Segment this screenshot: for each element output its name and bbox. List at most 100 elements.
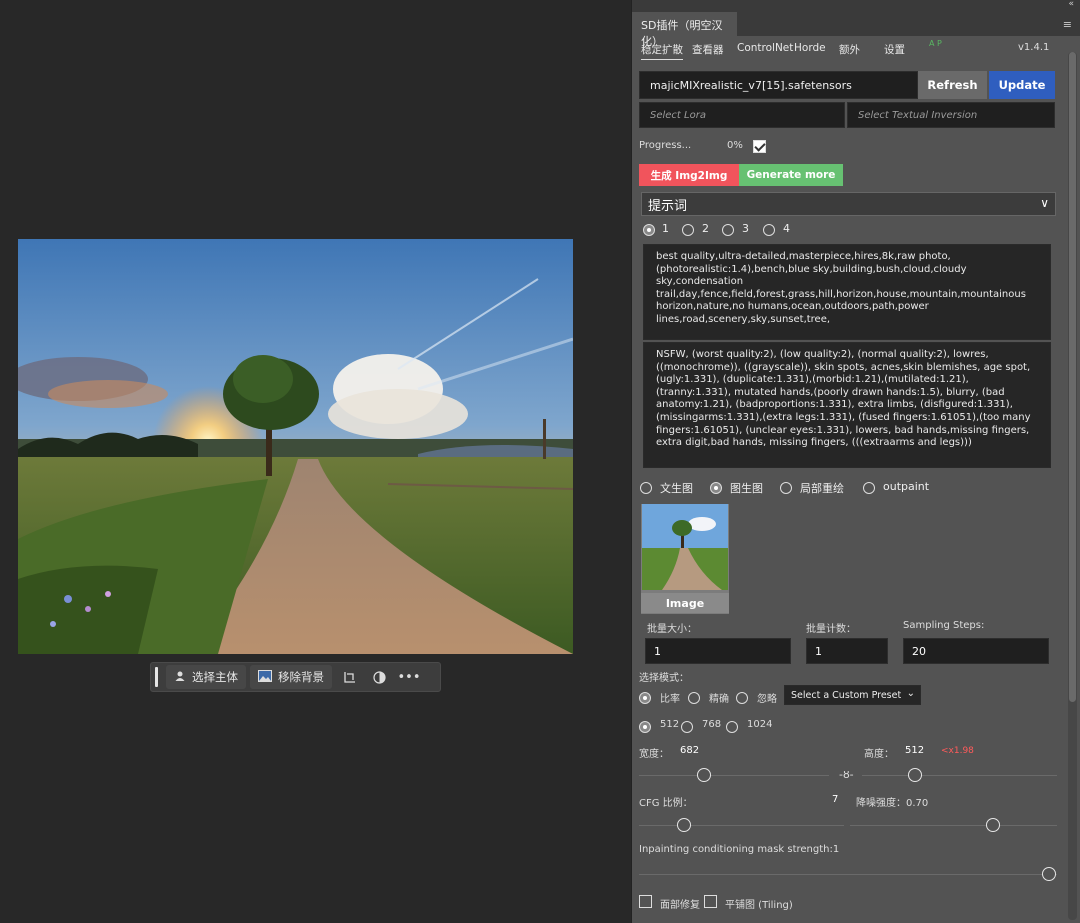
mode-txt2img-label: 文生图 bbox=[660, 482, 693, 495]
tab-stable-diffusion[interactable]: 稳定扩散 bbox=[641, 42, 683, 60]
height-slider-track[interactable] bbox=[862, 775, 1057, 776]
precise-radio[interactable] bbox=[688, 692, 700, 704]
contrast-icon[interactable] bbox=[366, 665, 392, 689]
height-slider-knob[interactable] bbox=[908, 768, 922, 782]
tiling-checkbox[interactable] bbox=[704, 895, 717, 908]
size-512-radio[interactable] bbox=[639, 721, 651, 733]
prompt-section-dropdown[interactable]: 提示词 ∨ bbox=[641, 192, 1056, 216]
collapse-panel-icon[interactable]: « bbox=[1068, 0, 1074, 9]
denoise-slider-track[interactable] bbox=[850, 825, 1057, 826]
mode-inpaint-radio[interactable] bbox=[780, 482, 792, 494]
textual-inversion-select[interactable]: Select Textual Inversion bbox=[847, 102, 1055, 128]
face-restore-checkbox[interactable] bbox=[639, 895, 652, 908]
mode-img2img-label: 图生图 bbox=[730, 482, 763, 495]
more-icon[interactable]: ••• bbox=[396, 665, 422, 689]
ratio-radio[interactable] bbox=[639, 692, 651, 704]
init-image-thumbnail[interactable]: Image bbox=[641, 504, 729, 614]
crop-transform-icon[interactable] bbox=[336, 665, 362, 689]
select-mode-label: 选择模式： bbox=[639, 673, 689, 684]
chevron-down-icon: ∨ bbox=[1040, 196, 1049, 210]
remove-background-label: 移除背景 bbox=[278, 670, 324, 684]
denoise-slider-knob[interactable] bbox=[986, 818, 1000, 832]
sampling-steps-label: Sampling Steps: bbox=[903, 620, 985, 631]
mode-outpaint-label: outpaint bbox=[883, 480, 930, 493]
progress-value: 0% bbox=[727, 140, 743, 151]
generate-more-button[interactable]: Generate more bbox=[739, 164, 843, 186]
inpaint-mask-strength-label: Inpainting conditioning mask strength:1 bbox=[639, 844, 840, 855]
cfg-slider-knob[interactable] bbox=[677, 818, 691, 832]
inpaint-mask-slider-track[interactable] bbox=[639, 874, 1057, 875]
tab-viewer[interactable]: 查看器 bbox=[692, 42, 724, 57]
width-slider-knob[interactable] bbox=[697, 768, 711, 782]
progress-label: Progress... bbox=[639, 140, 692, 151]
size-1024-label: 1024 bbox=[747, 719, 773, 730]
tab-extras[interactable]: 额外 bbox=[839, 42, 860, 57]
batch-count-input[interactable]: 1 bbox=[806, 638, 888, 664]
progress-row: Progress... 0% bbox=[639, 138, 789, 156]
lora-select[interactable]: Select Lora bbox=[639, 102, 845, 128]
update-button[interactable]: Update bbox=[989, 71, 1055, 99]
face-restore-label: 面部修复 bbox=[660, 900, 700, 911]
sampling-steps-input[interactable]: 20 bbox=[903, 638, 1049, 664]
contextual-task-bar: 选择主体 移除背景 ••• bbox=[150, 662, 441, 692]
scrollbar-thumb[interactable] bbox=[1069, 52, 1076, 702]
person-icon bbox=[174, 670, 186, 685]
tab-controlnet[interactable]: ControlNet bbox=[737, 42, 793, 54]
prompt-tab-4-radio[interactable] bbox=[763, 224, 775, 236]
width-value: 682 bbox=[680, 745, 700, 756]
mode-img2img-radio[interactable] bbox=[710, 482, 722, 494]
height-label: 高度： bbox=[864, 749, 894, 760]
positive-prompt-textarea[interactable]: best quality,ultra-detailed,masterpiece,… bbox=[643, 244, 1051, 340]
prompt-tab-3-radio[interactable] bbox=[722, 224, 734, 236]
progress-checkbox[interactable] bbox=[753, 140, 766, 153]
panel-body: 稳定扩散 查看器 ControlNet Horde 额外 设置 A P v1.4… bbox=[632, 36, 1064, 923]
sd-plugin-panel: « SD插件（明空汉化） ≡ 稳定扩散 查看器 ControlNet Horde… bbox=[631, 0, 1080, 923]
cfg-slider-track[interactable] bbox=[639, 825, 844, 826]
refresh-button[interactable]: Refresh bbox=[918, 71, 987, 99]
batch-size-input[interactable]: 1 bbox=[645, 638, 791, 664]
ratio-label: 比率 bbox=[660, 694, 680, 705]
model-select[interactable]: majicMIXrealistic_v7[15].safetensors bbox=[639, 71, 918, 99]
panel-topbar: « bbox=[632, 0, 1080, 12]
precise-label: 精确 bbox=[709, 694, 729, 705]
remove-background-button[interactable]: 移除背景 bbox=[250, 665, 332, 689]
canvas-image[interactable] bbox=[18, 239, 573, 654]
ignore-label: 忽略 bbox=[757, 694, 777, 705]
ignore-radio[interactable] bbox=[736, 692, 748, 704]
size-768-radio[interactable] bbox=[681, 721, 693, 733]
generate-img2img-button[interactable]: 生成 Img2Img bbox=[639, 164, 739, 186]
prompt-tab-2-radio[interactable] bbox=[682, 224, 694, 236]
prompt-section-label: 提示词 bbox=[648, 198, 688, 214]
select-subject-button[interactable]: 选择主体 bbox=[166, 665, 246, 689]
panel-tab-title[interactable]: SD插件（明空汉化） bbox=[632, 12, 737, 48]
prompt-tab-4-label: 4 bbox=[783, 222, 790, 235]
select-subject-label: 选择主体 bbox=[192, 670, 238, 684]
toolbar-grip[interactable] bbox=[155, 667, 158, 687]
batch-size-label: 批量大小： bbox=[647, 624, 697, 635]
link-icon[interactable]: -ȣ- bbox=[839, 768, 854, 781]
init-image-preview bbox=[642, 504, 728, 590]
size-512-label: 512 bbox=[660, 719, 680, 730]
panel-menu-icon[interactable]: ≡ bbox=[1063, 18, 1072, 31]
negative-prompt-textarea[interactable]: NSFW, (worst quality:2), (low quality:2)… bbox=[643, 342, 1051, 468]
prompt-tab-3-label: 3 bbox=[742, 222, 749, 235]
custom-preset-select[interactable]: Select a Custom Preset ⌄ bbox=[784, 685, 921, 705]
panel-scrollbar[interactable] bbox=[1068, 52, 1077, 920]
prompt-tab-1-radio[interactable] bbox=[643, 224, 655, 236]
version-label: v1.4.1 bbox=[1018, 42, 1050, 53]
landscape-photo bbox=[18, 239, 573, 654]
ap-label: A P bbox=[929, 39, 942, 48]
panel-tabbar: SD插件（明空汉化） ≡ bbox=[632, 12, 1080, 48]
mode-inpaint-label: 局部重绘 bbox=[800, 482, 844, 495]
tab-horde[interactable]: Horde bbox=[794, 42, 826, 54]
mode-outpaint-radio[interactable] bbox=[863, 482, 875, 494]
size-1024-radio[interactable] bbox=[726, 721, 738, 733]
mode-txt2img-radio[interactable] bbox=[640, 482, 652, 494]
inpaint-mask-slider-knob[interactable] bbox=[1042, 867, 1056, 881]
size-768-label: 768 bbox=[702, 719, 722, 730]
height-scale-value: <x1.98 bbox=[941, 746, 974, 756]
chevron-down-icon: ⌄ bbox=[906, 688, 915, 699]
width-slider-track[interactable] bbox=[639, 775, 829, 776]
cfg-label: CFG 比例： bbox=[639, 798, 693, 809]
tab-settings[interactable]: 设置 bbox=[884, 42, 905, 57]
